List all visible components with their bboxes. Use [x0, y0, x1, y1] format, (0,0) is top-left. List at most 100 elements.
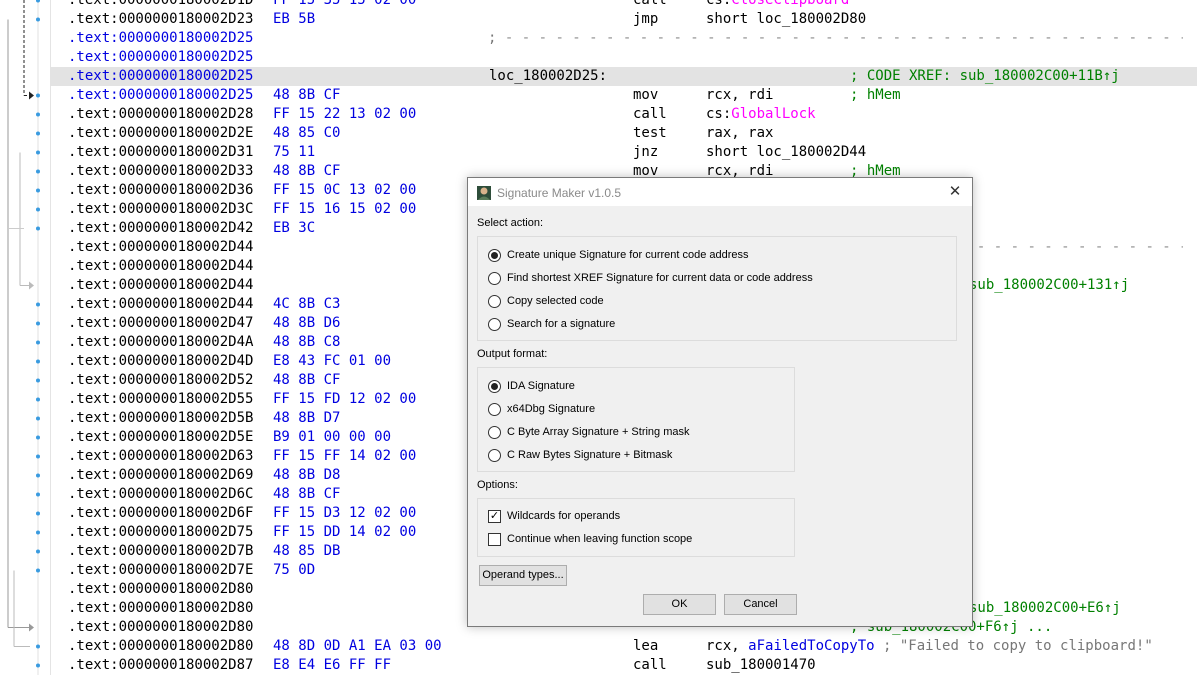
format-option[interactable]: C Byte Array Signature + String mask [488, 424, 690, 440]
string-name[interactable]: aFailedToCopyTo [748, 638, 874, 654]
listing-row[interactable]: .text:0000000180002D80 48 8D 0D A1 EA 03 … [50, 637, 1197, 656]
signature-maker-dialog: Signature Maker v1.0.5 ✕ Select action: … [467, 177, 973, 627]
opcode-bytes: EB 3C [273, 220, 316, 236]
address-text: .text:0000000180002D42 [68, 220, 254, 236]
opcode-bytes: FF 15 16 15 02 00 [273, 201, 417, 217]
option-checkbox-row[interactable]: Continue when leaving function scope [488, 531, 692, 547]
opcode-bytes: FF 15 FD 12 02 00 [273, 391, 417, 407]
address-text: .text:0000000180002D44 [68, 277, 254, 293]
opcode-bytes: 75 11 [273, 144, 316, 160]
opcode-bytes: 48 8B CF [273, 486, 341, 502]
format-option[interactable]: x64Dbg Signature [488, 401, 595, 417]
action-option[interactable]: Search for a signature [488, 316, 615, 332]
opcode-bytes: 48 8B D8 [273, 467, 341, 483]
flow-dot [36, 644, 40, 649]
flow-arrowhead [29, 281, 34, 290]
operands: rcx, aFailedToCopyTo ; "Failed to copy t… [706, 637, 1153, 656]
format-option[interactable]: C Raw Bytes Signature + Bitmask [488, 447, 672, 463]
flow-dot [36, 359, 40, 364]
radio-button[interactable] [488, 248, 501, 262]
xref-comment[interactable]: ; CODE XREF: sub_180002C00+11B↑j [850, 67, 1120, 86]
address-text: .text:0000000180002D2E [68, 125, 254, 141]
listing-row[interactable]: .text:0000000180002D87 E8 E4 E6 FF FF call… [50, 656, 1197, 675]
flow-dot [36, 321, 40, 326]
opcode-bytes: 48 85 C0 [273, 125, 341, 141]
import-name[interactable]: GlobalLock [731, 106, 815, 122]
opcode-bytes: FF 15 D3 12 02 00 [273, 505, 417, 521]
xref-comment[interactable]: sub_180002C00+131↑j [969, 276, 1129, 295]
opcode-bytes: FF 15 FF 14 02 00 [273, 448, 417, 464]
string-comment: ; "Failed to copy to clipboard!" [874, 638, 1153, 654]
address-text: .text:0000000180002D23 [68, 11, 254, 27]
action-option[interactable]: Find shortest XREF Signature for current… [488, 270, 813, 286]
label-colon: : [598, 68, 608, 84]
format-option[interactable]: IDA Signature [488, 378, 575, 394]
listing-row[interactable]: .text:0000000180002D25 [50, 48, 1197, 67]
option-label: Continue when leaving function scope [507, 533, 693, 545]
address-text: .text:0000000180002D44 [68, 239, 254, 255]
flow-dot [36, 93, 40, 98]
flow-arrows-gutter [0, 0, 51, 675]
flow-dot [36, 340, 40, 345]
flow-dot [36, 473, 40, 478]
xref-comment[interactable]: ; hMem [850, 86, 901, 105]
radio-button[interactable] [488, 294, 501, 308]
action-option[interactable]: Create unique Signature for current code… [488, 247, 749, 263]
option-checkbox-row[interactable]: ✓ Wildcards for operands [488, 508, 620, 524]
flow-dot [36, 568, 40, 573]
address-text: .text:0000000180002D1D [68, 0, 254, 8]
mnemonic: test [633, 125, 667, 141]
operands: short loc_180002D80 [706, 11, 867, 27]
flow-dot [36, 17, 40, 22]
listing-row[interactable]: .text:0000000180002D25 loc_180002D25: ; CO… [50, 67, 1197, 86]
operands: cs:CloseClipboard [706, 0, 849, 10]
flow-arrows-graphic [7, 0, 40, 675]
xref-comment[interactable]: sub_180002C00+E6↑j [969, 599, 1121, 618]
radio-button[interactable] [488, 425, 501, 439]
listing-row[interactable]: .text:0000000180002D28 FF 15 22 13 02 00 c… [50, 105, 1197, 124]
listing-row[interactable]: .text:0000000180002D25 ; - - - - - - - - … [50, 29, 1197, 48]
checkbox-unchecked[interactable] [488, 532, 501, 546]
opcode-bytes: FF 15 DD 14 02 00 [273, 524, 417, 540]
radio-button[interactable] [488, 448, 501, 462]
radio-button[interactable] [488, 317, 501, 331]
listing-row[interactable]: .text:0000000180002D23 EB 5B jmp short loc_… [50, 10, 1197, 29]
radio-button[interactable] [488, 271, 501, 285]
flow-dot [36, 150, 40, 155]
select-action-group: Create unique Signature for current code… [477, 236, 957, 341]
operand-types-button[interactable]: Operand types... [479, 565, 567, 586]
listing-row[interactable]: .text:0000000180002D1D FF 15 35 15 02 00 c… [50, 0, 1197, 10]
address-text: .text:0000000180002D36 [68, 182, 254, 198]
flow-dot [36, 302, 40, 307]
address-text: .text:0000000180002D7E [68, 562, 254, 578]
close-icon[interactable]: ✕ [944, 181, 966, 203]
listing-row[interactable]: .text:0000000180002D31 75 11 jnz short loc_… [50, 143, 1197, 162]
checkbox-checked[interactable]: ✓ [488, 509, 501, 523]
opcode-bytes: EB 5B [273, 11, 316, 27]
import-name[interactable]: CloseClipboard [731, 0, 849, 8]
action-option[interactable]: Copy selected code [488, 293, 604, 309]
address-text: .text:0000000180002D6F [68, 505, 254, 521]
flow-dot [36, 188, 40, 193]
address-text: .text:0000000180002D44 [68, 258, 254, 274]
mnemonic: lea [633, 638, 659, 654]
opcode-bytes: 75 0D [273, 562, 316, 578]
action-option-label: Find shortest XREF Signature for current… [507, 272, 813, 284]
flow-dot [36, 530, 40, 535]
code-label[interactable]: loc_180002D25: [489, 67, 607, 86]
cancel-button[interactable]: Cancel [724, 594, 797, 615]
listing-row[interactable]: .text:0000000180002D25 48 8B CF mov rcx, rd… [50, 86, 1197, 105]
flow-dot [36, 397, 40, 402]
ok-button[interactable]: OK [643, 594, 716, 615]
operands: sub_180001470 [706, 657, 816, 673]
radio-button[interactable] [488, 402, 501, 416]
opcode-bytes: 48 8B CF [273, 372, 341, 388]
operand-prefix: cs: [706, 0, 732, 8]
radio-button[interactable] [488, 379, 501, 393]
action-option-label: Copy selected code [507, 295, 604, 307]
label-name: loc_180002D25 [489, 68, 599, 84]
dialog-titlebar[interactable]: Signature Maker v1.0.5 ✕ [468, 178, 972, 206]
mnemonic: mov [633, 87, 659, 103]
listing-row[interactable]: .text:0000000180002D2E 48 85 C0 test rax, r… [50, 124, 1197, 143]
opcode-bytes: 48 8B D6 [273, 315, 341, 331]
